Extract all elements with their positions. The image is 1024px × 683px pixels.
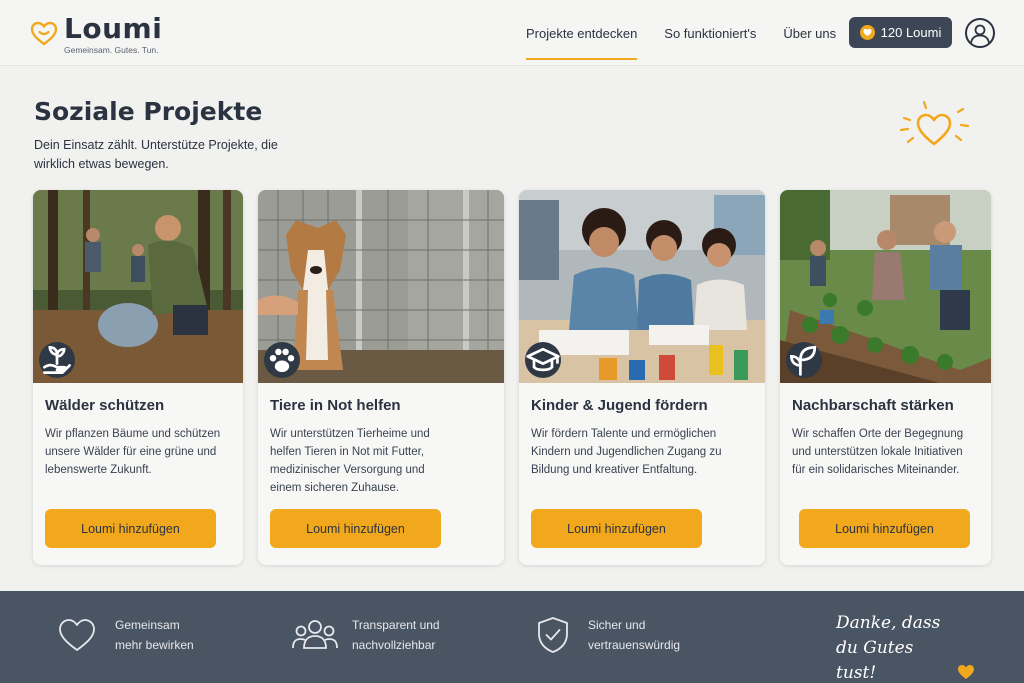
footer: Gemeinsam mehr bewirken Transparent und … — [0, 591, 1024, 683]
card-description: Wir schaffen Orte der Begegnung und unte… — [792, 428, 964, 476]
add-loumi-button[interactable]: Loumi hinzufügen — [45, 509, 216, 548]
feature-sicher: Sicher und vertrauenswürdig — [536, 615, 698, 655]
page-title: Soziale Projekte — [34, 97, 263, 126]
add-loumi-button[interactable]: Loumi hinzufügen — [270, 509, 441, 548]
coin-heart-icon — [859, 25, 875, 40]
card-title: Tiere in Not helfen — [270, 397, 401, 414]
card-description: Wir fördern Talente und ermöglichen Kind… — [531, 428, 722, 476]
heart-filled-icon — [958, 665, 975, 679]
brand-name: Loumi — [64, 12, 163, 45]
user-avatar-icon[interactable] — [965, 18, 995, 48]
thanks-text: Danke, dass du Gutes tust! — [836, 613, 941, 683]
project-card-kinder: Kinder & Jugend fördern Wir fördern Tale… — [519, 190, 765, 565]
heart-outline-icon — [59, 619, 95, 651]
seedling-hand-icon — [39, 342, 75, 378]
graduation-cap-icon — [525, 342, 561, 378]
page-subtitle: Dein Einsatz zählt. Unterstütze Projekte… — [34, 138, 278, 171]
card-description: Wir pflanzen Bäume und schützen unsere W… — [45, 428, 221, 476]
header: Loumi Gemeinsam. Gutes. Tun. Projekte en… — [0, 0, 1024, 66]
card-title: Kinder & Jugend fördern — [531, 397, 708, 414]
card-title: Wälder schützen — [45, 397, 165, 414]
project-card-nachbarschaft: Nachbarschaft stärken Wir schaffen Orte … — [780, 190, 991, 565]
nav-so-funktionierts[interactable]: So funktioniert's — [664, 0, 756, 66]
balance-label: 120 Loumi — [880, 25, 942, 40]
card-description: Wir unterstützen Tierheime und helfen Ti… — [270, 428, 430, 494]
nav-ueber-uns[interactable]: Über uns — [783, 0, 836, 66]
shelter-dog-image — [258, 190, 504, 383]
decorative-heart-icon — [899, 100, 970, 146]
people-group-icon — [292, 620, 338, 649]
forest-volunteers-image — [33, 190, 243, 383]
project-card-waelder: Wälder schützen Wir pflanzen Bäume und s… — [33, 190, 243, 565]
thank-you-message: Danke, dass du Gutes tust! — [836, 611, 975, 683]
feature-text: Sicher und vertrauenswürdig — [588, 618, 681, 652]
add-loumi-button[interactable]: Loumi hinzufügen — [531, 509, 702, 548]
main-nav: Projekte entdecken So funktioniert's Übe… — [514, 0, 863, 66]
community-garden-image — [780, 190, 991, 383]
children-painting-image — [519, 190, 765, 383]
shield-check-icon — [538, 617, 568, 653]
project-card-tiere: Tiere in Not helfen Wir unterstützen Tie… — [258, 190, 504, 565]
feature-text: Gemeinsam mehr bewirken — [115, 618, 194, 652]
brand-tagline: Gemeinsam. Gutes. Tun. — [64, 45, 159, 55]
heart-logo-icon — [30, 21, 58, 46]
logo[interactable]: Loumi Gemeinsam. Gutes. Tun. — [30, 14, 162, 55]
feature-text: Transparent und nachvollziehbar — [352, 618, 440, 652]
nav-projekte-entdecken[interactable]: Projekte entdecken — [526, 0, 638, 66]
feature-gemeinsam: Gemeinsam mehr bewirken — [57, 615, 205, 655]
loumi-balance-button[interactable]: 120 Loumi — [849, 17, 952, 48]
add-loumi-button[interactable]: Loumi hinzufügen — [799, 509, 970, 548]
card-title: Nachbarschaft stärken — [792, 397, 954, 414]
paw-icon — [264, 342, 300, 378]
sprout-icon — [786, 342, 822, 378]
feature-transparent: Transparent und nachvollziehbar — [292, 615, 452, 655]
